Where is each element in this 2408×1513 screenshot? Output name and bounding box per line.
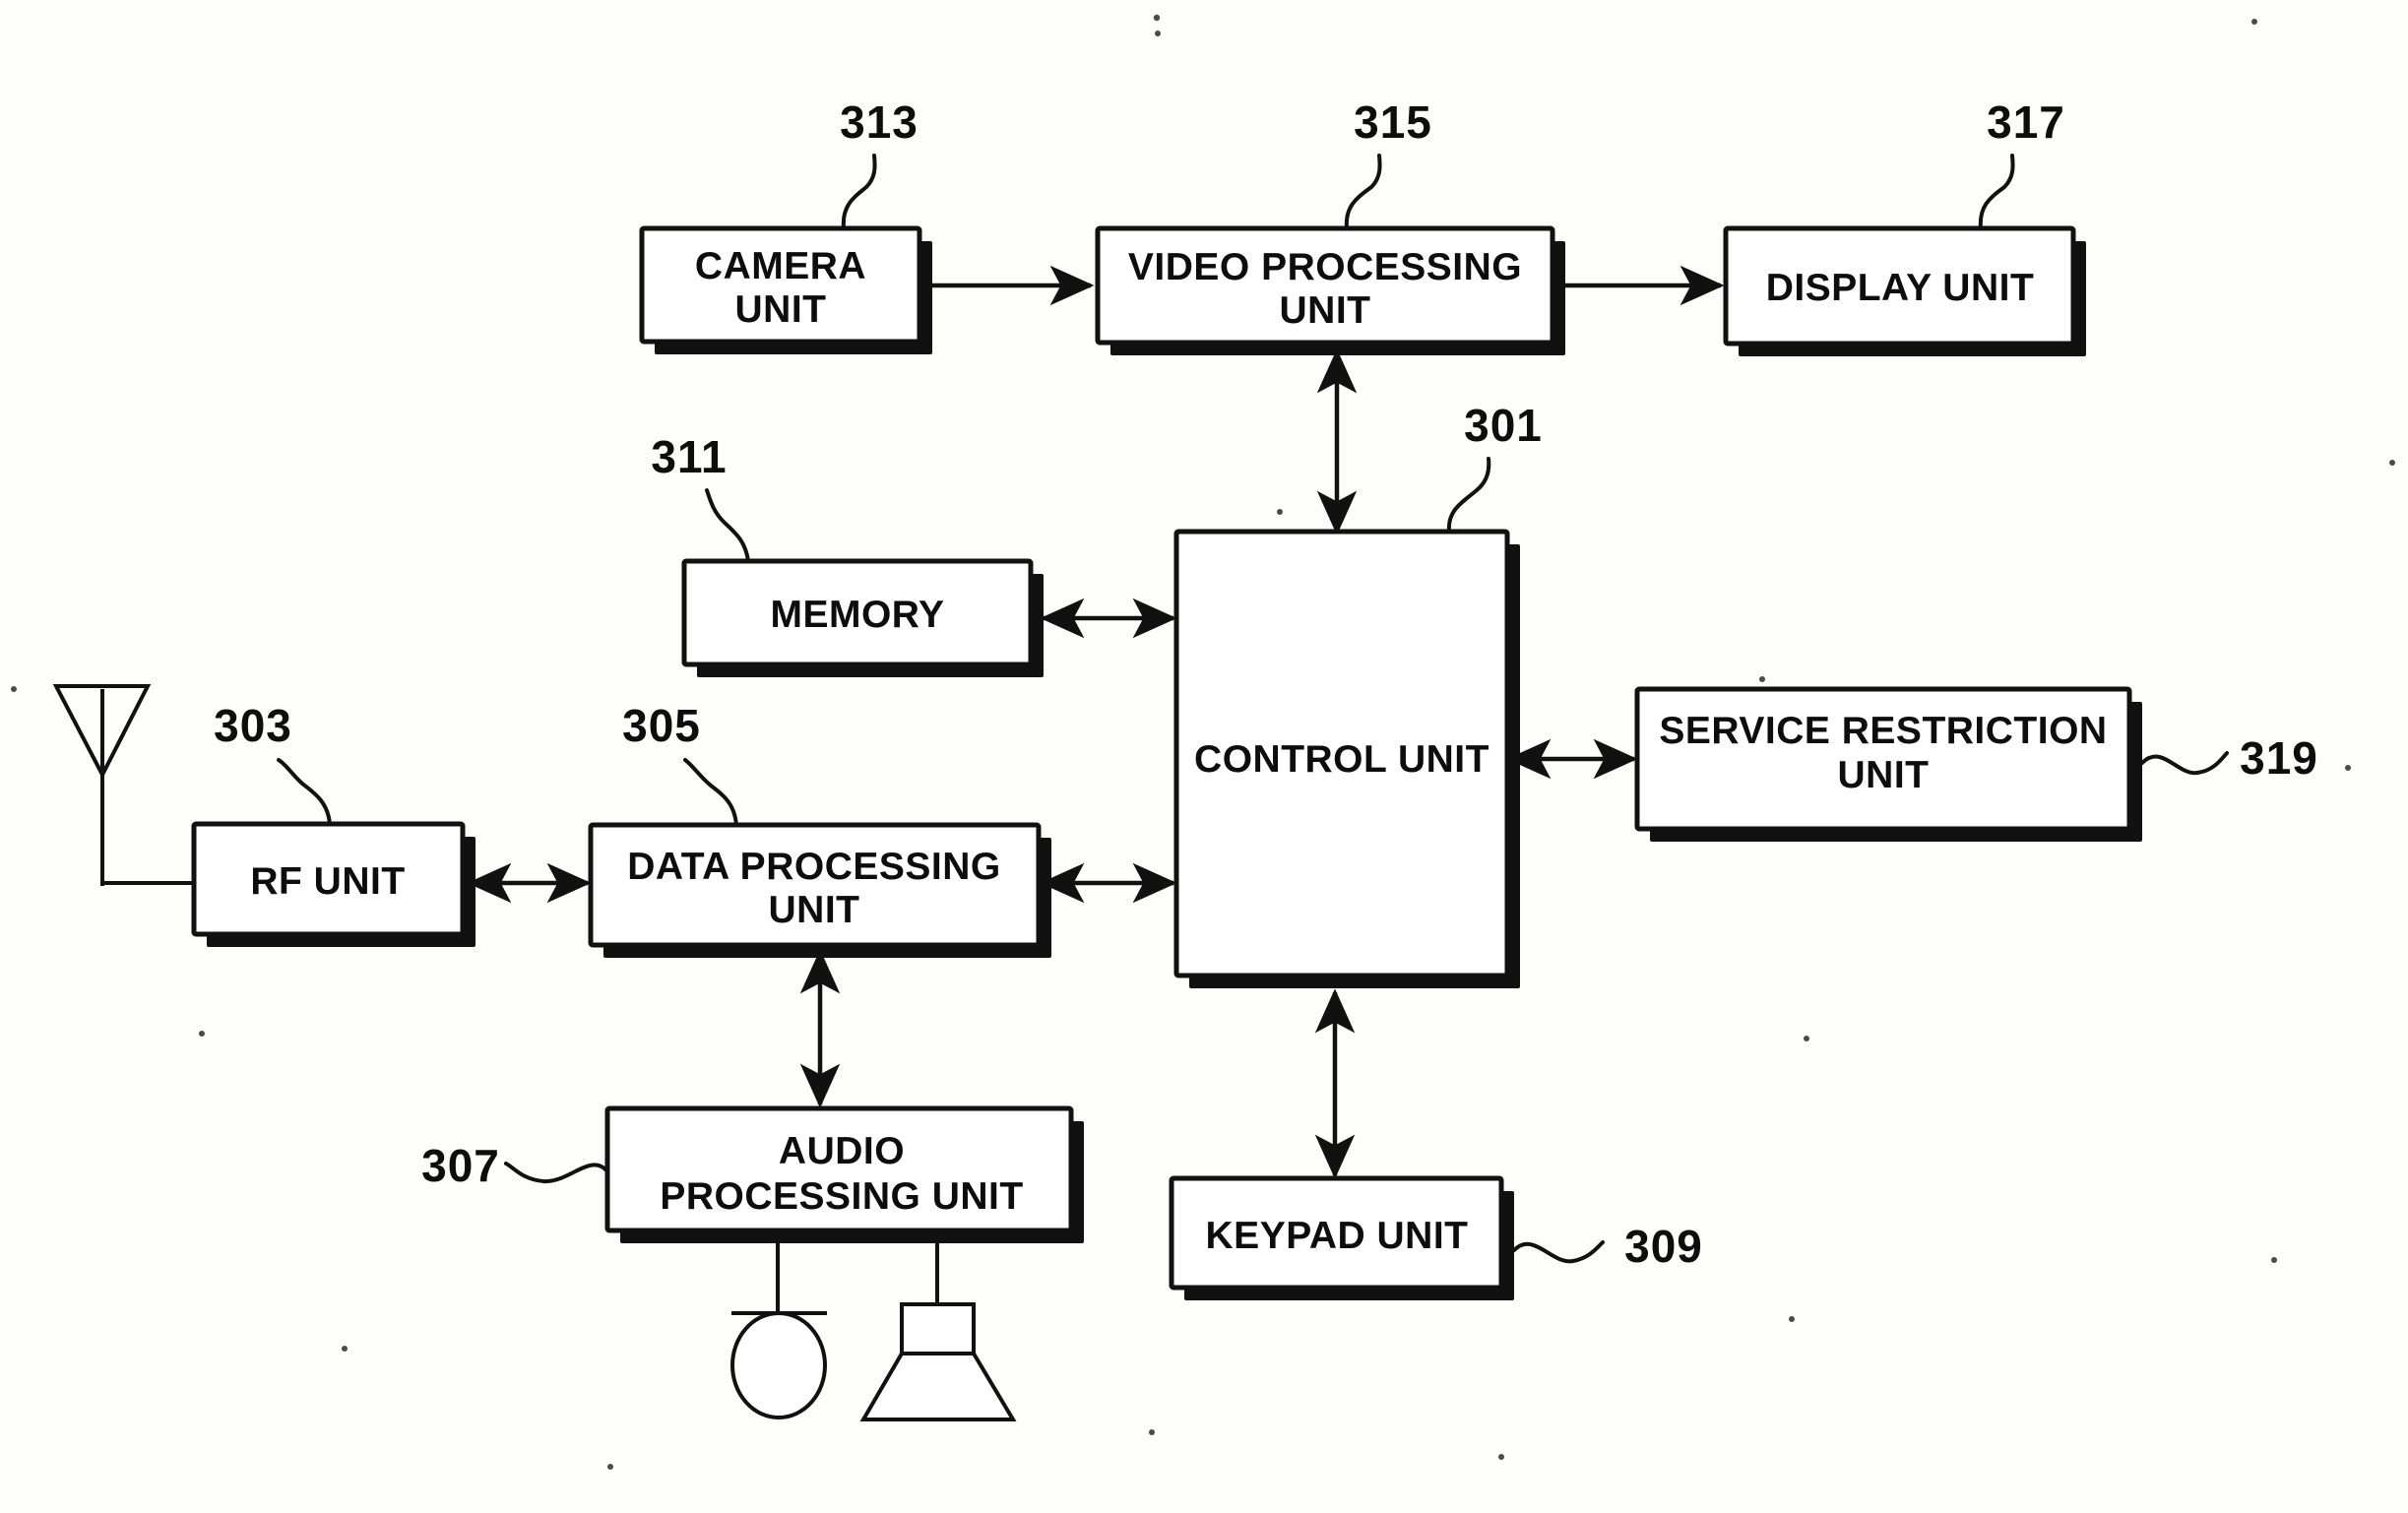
leader-line-311 — [705, 488, 750, 563]
ref-numeral-313: 313 — [840, 96, 919, 148]
leader-line-309 — [1512, 1240, 1605, 1264]
block-keypad-unit[interactable]: KEYPAD UNIT — [1169, 1175, 1514, 1300]
ref-numeral-315: 315 — [1354, 96, 1432, 148]
leader-line-303 — [277, 758, 332, 826]
block-camera-unit[interactable]: CAMERA UNIT — [639, 225, 932, 354]
service-restriction-unit-label-line2: UNIT — [1838, 754, 1930, 796]
leader-line-317 — [1978, 154, 2015, 230]
leader-line-319 — [2140, 751, 2229, 776]
ref-numeral-317: 317 — [1987, 96, 2065, 148]
ref-numeral-303: 303 — [214, 700, 292, 751]
video-processing-unit-label-line2: UNIT — [1280, 289, 1371, 332]
camera-unit-label-line2: UNIT — [735, 288, 827, 331]
ref-numeral-309: 309 — [1624, 1221, 1703, 1272]
block-memory[interactable]: MEMORY — [681, 558, 1044, 677]
display-unit-label: DISPLAY UNIT — [1766, 267, 2035, 309]
ref-numeral-311: 311 — [651, 431, 727, 482]
audio-processing-unit-label-line1: AUDIO — [779, 1130, 905, 1172]
speaker-icon — [859, 1302, 1017, 1421]
ref-numeral-305: 305 — [622, 700, 701, 751]
leader-line-315 — [1344, 154, 1382, 230]
ref-numeral-307: 307 — [421, 1140, 500, 1191]
block-video-processing-unit[interactable]: VIDEO PROCESSING UNIT — [1095, 225, 1565, 355]
ref-numeral-301: 301 — [1464, 400, 1543, 451]
audio-processing-unit-label-line2: PROCESSING UNIT — [660, 1175, 1023, 1218]
keypad-unit-label: KEYPAD UNIT — [1206, 1215, 1469, 1257]
camera-unit-label-line1: CAMERA — [695, 245, 866, 287]
figure-canvas: CAMERA UNIT 313 VIDEO PROCESSING UNIT 31… — [0, 0, 2408, 1513]
block-display-unit[interactable]: DISPLAY UNIT — [1723, 225, 2086, 356]
microphone-icon — [730, 1311, 827, 1419]
block-control-unit[interactable]: CONTROL UNIT — [1173, 529, 1520, 988]
connector-antenna-to-rf — [100, 689, 194, 885]
data-processing-unit-label-line1: DATA PROCESSING — [627, 846, 1000, 888]
block-rf-unit[interactable]: RF UNIT — [191, 821, 475, 947]
block-audio-processing-unit[interactable]: AUDIO PROCESSING UNIT — [604, 1105, 1084, 1243]
data-processing-unit-label-line2: UNIT — [769, 889, 860, 931]
block-data-processing-unit[interactable]: DATA PROCESSING UNIT — [588, 822, 1051, 958]
ref-numeral-319: 319 — [2240, 732, 2318, 784]
leader-line-301 — [1446, 457, 1491, 534]
rf-unit-label: RF UNIT — [250, 860, 405, 903]
memory-label: MEMORY — [770, 594, 944, 636]
leader-line-305 — [683, 758, 738, 827]
control-unit-label: CONTROL UNIT — [1194, 738, 1489, 781]
service-restriction-unit-label-line1: SERVICE RESTRICTION — [1659, 710, 2107, 752]
video-processing-unit-label-line1: VIDEO PROCESSING — [1128, 246, 1522, 288]
block-diagram: CAMERA UNIT 313 VIDEO PROCESSING UNIT 31… — [11, 14, 2395, 1470]
leader-line-307 — [504, 1162, 609, 1184]
leader-line-313 — [841, 154, 877, 230]
block-service-restriction-unit[interactable]: SERVICE RESTRICTION UNIT — [1634, 686, 2142, 842]
